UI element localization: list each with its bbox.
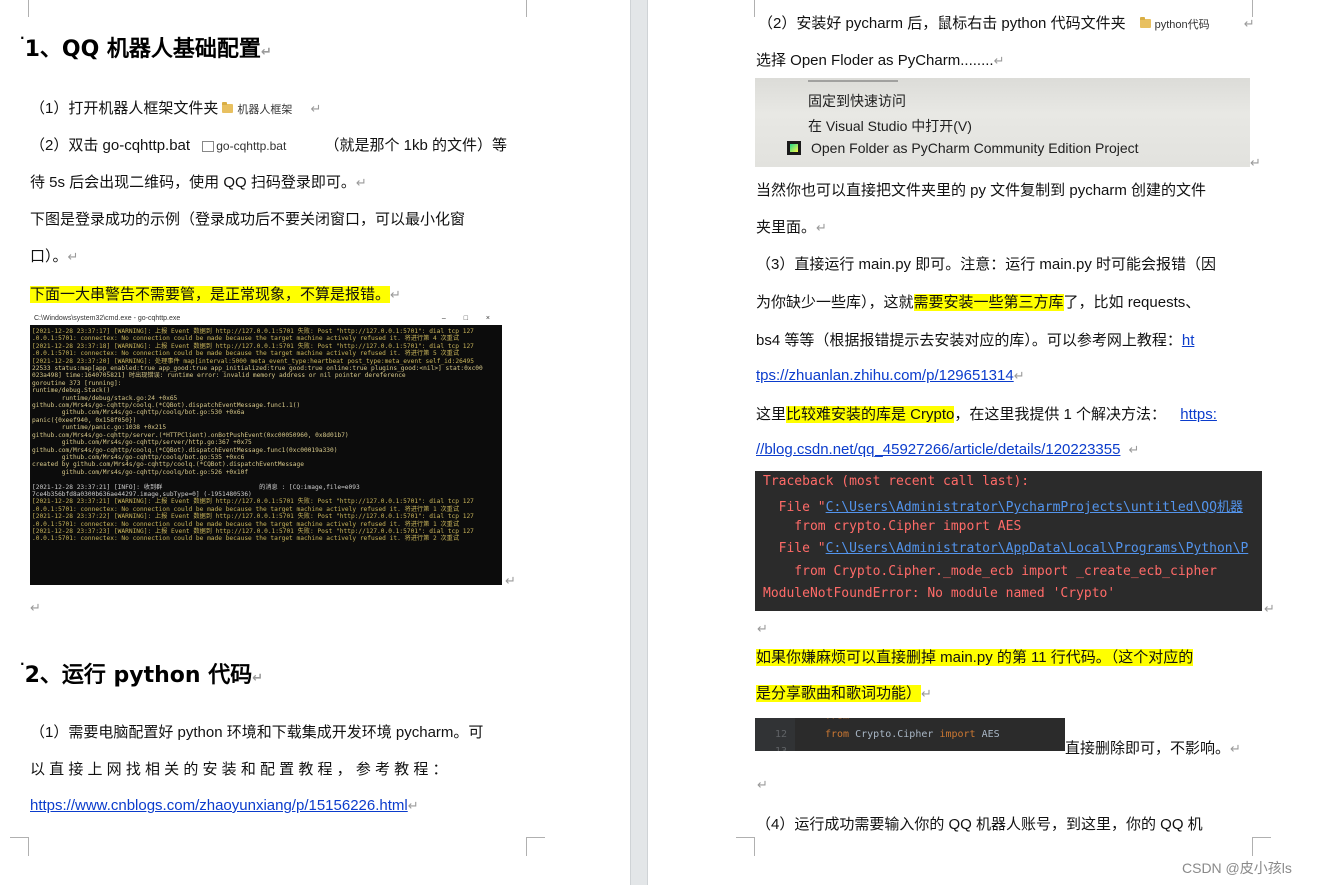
cmd-line: 023a498] time:1640705821] 时出现错误: runtime… — [32, 372, 406, 380]
login-note: 下图是登录成功的示例（登录成功后不要关闭窗口，可以最小化窗 — [30, 211, 466, 228]
cmd-line: runtime/debug/stack.go:24 +0x65 — [32, 394, 178, 402]
cmd-line: panic({0xeef940, 0x158f050}) — [32, 416, 137, 424]
step-2: （2）双击 go-cqhttp.bat go-cqhttp.bat （就是那个 … — [30, 137, 508, 154]
cmd-line: [2021-12-28 23:37:22] [WARNING]: 上报 Even… — [32, 513, 474, 521]
csdn-watermark: CSDN @皮小孩ls — [1182, 860, 1292, 876]
pycharm-icon — [787, 141, 801, 155]
return-mark: ↵ — [1250, 155, 1261, 170]
cmd-line: github.com/Mrs4s/go-cqhttp/coolq.(*CQBot… — [32, 446, 338, 454]
cmd-line: .0.0.1:5701: connectex: No connection co… — [32, 520, 460, 528]
cmd-title-bar: C:\Windows\system32\cmd.exe - go-cqhttp.… — [30, 313, 502, 325]
csdn-link[interactable]: //blog.csdn.net/qq_45927266/article/deta… — [756, 441, 1120, 458]
heading-2: ·2、运行 python 代码↵ — [20, 657, 264, 688]
csdn-link-start[interactable]: https: — [1180, 406, 1217, 423]
cmd-window-screenshot: C:\Windows\system32\cmd.exe - go-cqhttp.… — [30, 313, 502, 585]
zhihu-link-start[interactable]: ht — [1182, 332, 1195, 349]
return-mark: ↵ — [1264, 601, 1275, 616]
csdn-link-row: //blog.csdn.net/qq_45927266/article/deta… — [756, 441, 1140, 458]
crop-mark — [1252, 837, 1271, 856]
cmd-line: runtime/panic.go:1038 +0x215 — [32, 424, 167, 432]
copy-note-cont: 夹里面。↵ — [756, 219, 827, 236]
run-success-step: （4）运行成功需要输入你的 QQ 机器人账号，到这里，你的 QQ 机 — [756, 816, 1203, 833]
cmd-line: created by github.com/Mrs4s/go-cqhttp/co… — [32, 461, 304, 469]
cmd-line: .0.0.1:5701: connectex: No connection co… — [32, 350, 460, 358]
cmd-line: runtime/debug.Stack() — [32, 387, 111, 395]
crop-mark — [526, 0, 545, 17]
crypto-note: 这里比较难安装的库是 Crypto，在这里我提供 1 个解决方法： https: — [756, 406, 1217, 423]
line-number: 12 — [775, 729, 788, 740]
cmd-line: .0.0.1:5701: connectex: No connection co… — [32, 535, 460, 543]
cmd-line — [32, 476, 500, 483]
python-step-cont: 以 直 接 上 网 找 相 关 的 安 装 和 配 置 教 程 ， 参 考 教 … — [30, 761, 448, 778]
cmd-line: github.com/Mrs4s/go-cqhttp/coolq/bot.go:… — [32, 468, 249, 476]
cmd-line: .0.0.1:5701: connectex: No connection co… — [32, 335, 460, 343]
crop-mark — [736, 837, 755, 856]
bat-file-icon — [202, 140, 215, 152]
folder-icon — [1139, 16, 1151, 28]
traceback-screenshot: Traceback (most recent call last): File … — [755, 471, 1262, 611]
zhihu-link[interactable]: tps://zhuanlan.zhihu.com/p/129651314 — [756, 367, 1014, 384]
context-menu-photo: 固定到快速访问 在 Visual Studio 中打开(V) Open Fold… — [755, 78, 1250, 167]
menu-item-open-pycharm: Open Folder as PyCharm Community Edition… — [811, 140, 1139, 156]
cmd-line: github.com/Mrs4s/go-cqhttp/server.(*HTTP… — [32, 431, 349, 439]
python-tutorial-link[interactable]: https://www.cnblogs.com/zhaoyunxiang/p/1… — [30, 797, 408, 814]
cmd-output: [2021-12-28 23:37:17] [WARNING]: 上报 Even… — [30, 325, 502, 546]
crop-mark — [526, 837, 545, 856]
python-tutorial-link-row: https://www.cnblogs.com/zhaoyunxiang/p/1… — [30, 797, 419, 814]
pycharm-install-step: （2）安装好 pycharm 后，鼠标右击 python 代码文件夹 python… — [758, 15, 1255, 32]
delete-note-cont: 是分享歌曲和歌词功能）↵ — [756, 685, 932, 702]
step-1: （1）打开机器人框架文件夹 机器人框架 ↵ — [30, 100, 322, 117]
folder-name: 机器人框架 — [237, 104, 293, 116]
run-step: （3）直接运行 main.py 即可。注意：运行 main.py 时可能会报错（… — [756, 256, 1217, 273]
cmd-line: goroutine 373 [running]: — [32, 379, 122, 387]
line-number: 13 — [775, 746, 787, 751]
crop-mark — [10, 837, 29, 856]
menu-item-pin: 固定到快速访问 — [808, 93, 906, 109]
traceback-line: File "C:\Users\Administrator\PycharmProj… — [763, 500, 1243, 515]
copy-note: 当然你也可以直接把文件夹里的 py 文件复制到 pycharm 创建的文件 — [756, 182, 1207, 199]
return-mark: ↵ — [505, 573, 516, 588]
cmd-line: github.com/Mrs4s/go-cqhttp/server/http.g… — [32, 439, 252, 447]
cmd-line: [2021-12-28 23:37:20] [WARNING]: 处理事件 ma… — [32, 357, 474, 365]
login-note-cont: 口）。↵ — [30, 248, 79, 265]
cmd-line: [2021-12-28 23:37:21] [WARNING]: 上报 Even… — [32, 498, 474, 506]
window-controls-icon: – □ × — [441, 315, 498, 322]
traceback-line: Traceback (most recent call last): — [763, 474, 1030, 489]
return-mark: ↵ — [757, 777, 768, 792]
step-2-cont: 待 5s 后会出现二维码，使用 QQ 扫码登录即可。↵ — [30, 174, 367, 191]
menu-item-visual-studio: 在 Visual Studio 中打开(V) — [808, 118, 972, 134]
delete-note: 如果你嫌麻烦可以直接删掉 main.py 的第 11 行代码。（这个对应的 — [756, 649, 1194, 666]
page-gap — [630, 0, 648, 885]
code-snippet-screenshot: from 12 from Crypto.Cipher import AES 13 — [755, 718, 1065, 751]
pycharm-install-step-cont: 选择 Open Floder as PyCharm........↵ — [756, 52, 1005, 69]
run-step-cont: 为你缺少一些库），这就需要安装一些第三方库了，比如 requests、 — [756, 294, 1201, 311]
cmd-line: [2021-12-28 23:37:21] [INFO]: 收到群 的消息 : … — [32, 483, 360, 491]
warning-highlight: 下面一大串警告不需要管，是正常现象，不算是报错。↵ — [30, 286, 401, 303]
traceback-line: from Crypto.Cipher._mode_ecb import _cre… — [763, 564, 1217, 579]
after-code-note: 直接删除即可，不影响。↵ — [1065, 740, 1241, 757]
left-page: ·1、QQ 机器人基础配置↵ （1）打开机器人框架文件夹 机器人框架 ↵ （2）双… — [0, 0, 630, 885]
cmd-line: github.com/Mrs4s/go-cqhttp/coolq/bot.go:… — [32, 453, 245, 461]
traceback-line: ModuleNotFoundError: No module named 'Cr… — [763, 586, 1116, 601]
python-step: （1）需要电脑配置好 python 环境和下载集成开发环境 pycharm。可 — [30, 724, 484, 741]
cmd-line: github.com/Mrs4s/go-cqhttp/coolq/bot.go:… — [32, 409, 245, 417]
heading-1: ·1、QQ 机器人基础配置↵ — [20, 31, 272, 62]
return-mark: ↵ — [757, 621, 768, 636]
return-mark: ↵ — [30, 600, 41, 615]
crop-mark — [1252, 0, 1271, 17]
folder-icon — [222, 101, 234, 113]
run-step-cont2: bs4 等等（根据报错提示去安装对应的库）。可以参考网上教程：ht — [756, 332, 1195, 349]
crop-mark — [10, 0, 29, 17]
crop-mark — [736, 0, 755, 17]
traceback-line: File "C:\Users\Administrator\AppData\Loc… — [763, 541, 1249, 556]
traceback-line: from crypto.Cipher import AES — [763, 519, 1022, 534]
cmd-line: github.com/Mrs4s/go-cqhttp/coolq.(*CQBot… — [32, 402, 301, 410]
zhihu-link-row: tps://zhuanlan.zhihu.com/p/129651314↵ — [756, 367, 1025, 384]
code-line: from Crypto.Cipher import AES — [825, 729, 1000, 740]
